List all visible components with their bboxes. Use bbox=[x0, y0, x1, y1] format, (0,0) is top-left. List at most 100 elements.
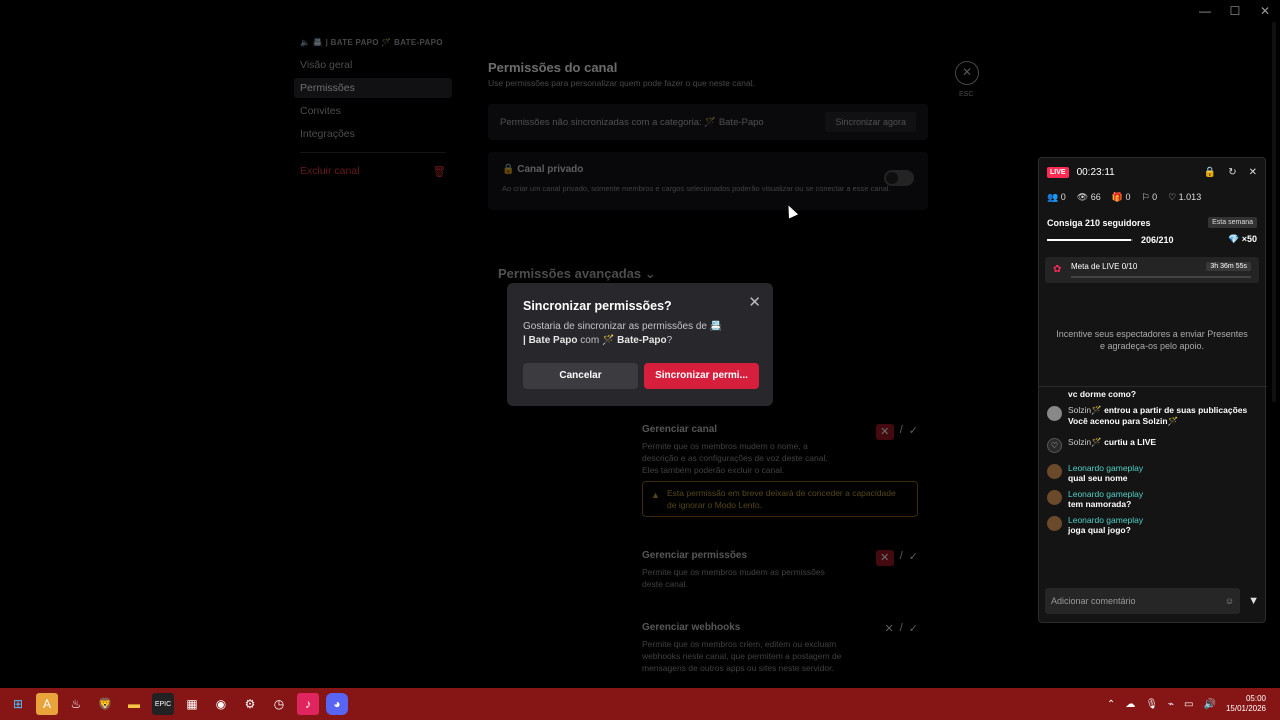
refresh-icon[interactable]: ↻ bbox=[1228, 167, 1236, 178]
clock[interactable]: 05:00 15/01/2026 bbox=[1226, 694, 1266, 714]
windows-start-icon[interactable]: ⊞ bbox=[7, 693, 29, 715]
sidebar-item-invites[interactable]: Convites bbox=[294, 101, 452, 121]
goal-progress-fill bbox=[1047, 238, 1132, 241]
folder-icon[interactable]: ▬ bbox=[123, 693, 145, 715]
dialog-body: Gostaria de sincronizar as permissões de… bbox=[523, 321, 723, 346]
permission-controls: ✕ / ✓ bbox=[875, 424, 918, 440]
sync-now-button[interactable]: Sincronizar agora bbox=[825, 112, 916, 132]
comment-placeholder: Adicionar comentário bbox=[1051, 596, 1136, 606]
chat-text: qual seu nome bbox=[1068, 473, 1128, 483]
lock-icon[interactable]: 🔒 bbox=[1204, 167, 1216, 178]
heart-icon: ♡ bbox=[1047, 438, 1062, 453]
chat-message: vc dorme como? bbox=[1039, 389, 1267, 399]
heart-icon: ♡ 1.013 bbox=[1168, 192, 1202, 202]
slowmode-warning: Esta permissão em breve deixará de conce… bbox=[642, 481, 918, 517]
rose-icon: ✿ bbox=[1053, 264, 1062, 275]
neutral-button[interactable]: / bbox=[900, 550, 903, 566]
filter-icon[interactable]: ▼ bbox=[1248, 595, 1259, 607]
allow-button[interactable]: ✓ bbox=[909, 424, 918, 440]
chat-message: Leonardo gameplay tem namorada? bbox=[1039, 489, 1267, 509]
volume-icon[interactable]: 🔊 bbox=[1204, 699, 1216, 710]
live-meta[interactable]: ✿ Meta de LIVE 0/10 3h 36m 55s bbox=[1045, 257, 1259, 283]
chat-text: entrou a partir de suas publicações bbox=[1104, 405, 1248, 415]
chat-username[interactable]: Solzin🪄 bbox=[1068, 437, 1102, 447]
tiktok-icon[interactable]: ♪ bbox=[297, 693, 319, 715]
deny-button[interactable]: ✕ bbox=[875, 424, 894, 440]
close-settings-button[interactable]: ✕ bbox=[955, 61, 979, 85]
emoji-icon[interactable]: ☺ bbox=[1225, 596, 1234, 606]
maximize-button[interactable]: ☐ bbox=[1228, 4, 1242, 18]
minimize-button[interactable]: — bbox=[1198, 4, 1212, 18]
network-icon[interactable]: ⌁ bbox=[1168, 699, 1174, 710]
delete-channel-label: Excluir canal bbox=[300, 165, 360, 177]
sidebar-item-integrations[interactable]: Integrações bbox=[294, 124, 452, 144]
close-icon[interactable]: ✕ bbox=[1249, 167, 1257, 178]
chat-username[interactable]: Leonardo gameplay bbox=[1068, 489, 1143, 499]
gift-incentive-text: Incentive seus espectadores a enviar Pre… bbox=[1056, 329, 1248, 351]
permission-manage-permissions: Gerenciar permissões Permite que os memb… bbox=[642, 550, 922, 591]
scrollbar[interactable] bbox=[1272, 22, 1276, 402]
chat-text: curtiu a LIVE bbox=[1104, 437, 1157, 447]
sidebar-item-overview[interactable]: Visão geral bbox=[294, 55, 452, 75]
goal-reward: 💎 ×50 bbox=[1228, 234, 1257, 244]
chat-username[interactable]: Solzin🪄 bbox=[1068, 405, 1102, 415]
sync-permissions-button[interactable]: Sincronizar permi... bbox=[644, 363, 759, 389]
cloud-icon[interactable]: ☁ bbox=[1125, 699, 1135, 710]
discord-icon[interactable]: ◕ bbox=[326, 693, 348, 715]
app-icon[interactable]: A bbox=[36, 693, 58, 715]
store-icon[interactable]: ▦ bbox=[181, 693, 203, 715]
neutral-button[interactable]: / bbox=[900, 622, 903, 635]
microphone-icon[interactable]: 🎙 bbox=[1145, 699, 1158, 710]
brave-icon[interactable]: 🦁 bbox=[94, 693, 116, 715]
display-icon[interactable]: ▭ bbox=[1184, 699, 1193, 710]
sidebar-item-permissions[interactable]: Permissões bbox=[294, 78, 452, 98]
allow-button[interactable]: ✓ bbox=[909, 550, 918, 566]
chat-message: Leonardo gameplay qual seu nome bbox=[1039, 463, 1267, 483]
taskbar: ⊞ A ♨ 🦁 ▬ EPIC ▦ ◉ ⚙ ◷ ♪ ◕ ⌃ ☁ 🎙 ⌁ ▭ 🔊 0… bbox=[0, 688, 1280, 720]
avatar[interactable] bbox=[1047, 490, 1062, 505]
chat-username[interactable]: Leonardo gameplay bbox=[1068, 515, 1143, 525]
private-channel-desc: Ao criar um canal privado, somente membr… bbox=[502, 184, 891, 193]
page-title: Permissões do canal bbox=[488, 60, 618, 75]
goal-progress: 206/210 bbox=[1141, 234, 1174, 245]
deny-button[interactable]: ✕ bbox=[875, 550, 894, 566]
clock-app-icon[interactable]: ◷ bbox=[268, 693, 290, 715]
divider bbox=[300, 152, 446, 153]
settings-sidebar: 🔈 📇 | BATE PAPO 🪄 BATE-PAPO Visão geral … bbox=[294, 38, 452, 185]
channel-name: | Bate Papo bbox=[523, 334, 578, 346]
allow-button[interactable]: ✓ bbox=[909, 622, 918, 635]
obs-icon[interactable]: ◉ bbox=[210, 693, 232, 715]
live-chat[interactable]: vc dorme como? Solzin🪄 entrou a partir d… bbox=[1039, 386, 1267, 580]
goal-title: Consiga 210 seguidores bbox=[1047, 217, 1151, 228]
avatar[interactable] bbox=[1047, 464, 1062, 479]
settings-gear-icon[interactable]: ⚙ bbox=[239, 693, 261, 715]
share-icon: ⚐ 0 bbox=[1141, 192, 1158, 202]
advanced-permissions-heading[interactable]: Permissões avançadas ⌄ bbox=[498, 266, 656, 282]
live-timer: 00:23:11 bbox=[1076, 167, 1115, 178]
avatar[interactable] bbox=[1047, 516, 1062, 531]
meta-progress: 0/10 bbox=[1121, 262, 1138, 271]
dialog-title: Sincronizar permissões? bbox=[523, 299, 672, 313]
chevron-up-icon[interactable]: ⌃ bbox=[1107, 699, 1115, 710]
cancel-button[interactable]: Cancelar bbox=[523, 363, 638, 389]
page-subtitle: Use permissões para personalizar quem po… bbox=[488, 78, 755, 88]
chat-username[interactable]: Leonardo gameplay bbox=[1068, 463, 1143, 473]
epic-games-icon[interactable]: EPIC bbox=[152, 693, 174, 715]
comment-bar: Adicionar comentário ☺ ▼ bbox=[1045, 588, 1259, 614]
deny-button[interactable]: ✕ bbox=[885, 622, 894, 635]
breadcrumb: 🔈 📇 | BATE PAPO 🪄 BATE-PAPO bbox=[300, 38, 443, 47]
close-window-button[interactable]: ✕ bbox=[1258, 4, 1272, 18]
neutral-button[interactable]: / bbox=[900, 424, 903, 440]
close-icon[interactable]: ✕ bbox=[748, 293, 761, 311]
avatar[interactable] bbox=[1047, 406, 1062, 421]
chat-message: Solzin🪄 entrou a partir de suas publicaç… bbox=[1039, 405, 1267, 427]
delete-channel-button[interactable]: Excluir canal 🗑 bbox=[294, 161, 452, 182]
private-channel-toggle[interactable] bbox=[884, 170, 914, 186]
permission-controls: ✕ / ✓ bbox=[885, 622, 919, 635]
steam-icon[interactable]: ♨ bbox=[65, 693, 87, 715]
chat-text: joga qual jogo? bbox=[1068, 525, 1131, 535]
chat-message: ♡ Solzin🪄 curtiu a LIVE bbox=[1039, 437, 1267, 453]
live-panel: LIVE 00:23:11 🔒 ↻ ✕ 👥 0 👁 66 🎁 0 ⚐ 0 ♡ 1… bbox=[1038, 157, 1267, 623]
comment-input[interactable]: Adicionar comentário ☺ bbox=[1045, 588, 1241, 614]
gift-icon: 🎁 0 bbox=[1111, 192, 1131, 202]
